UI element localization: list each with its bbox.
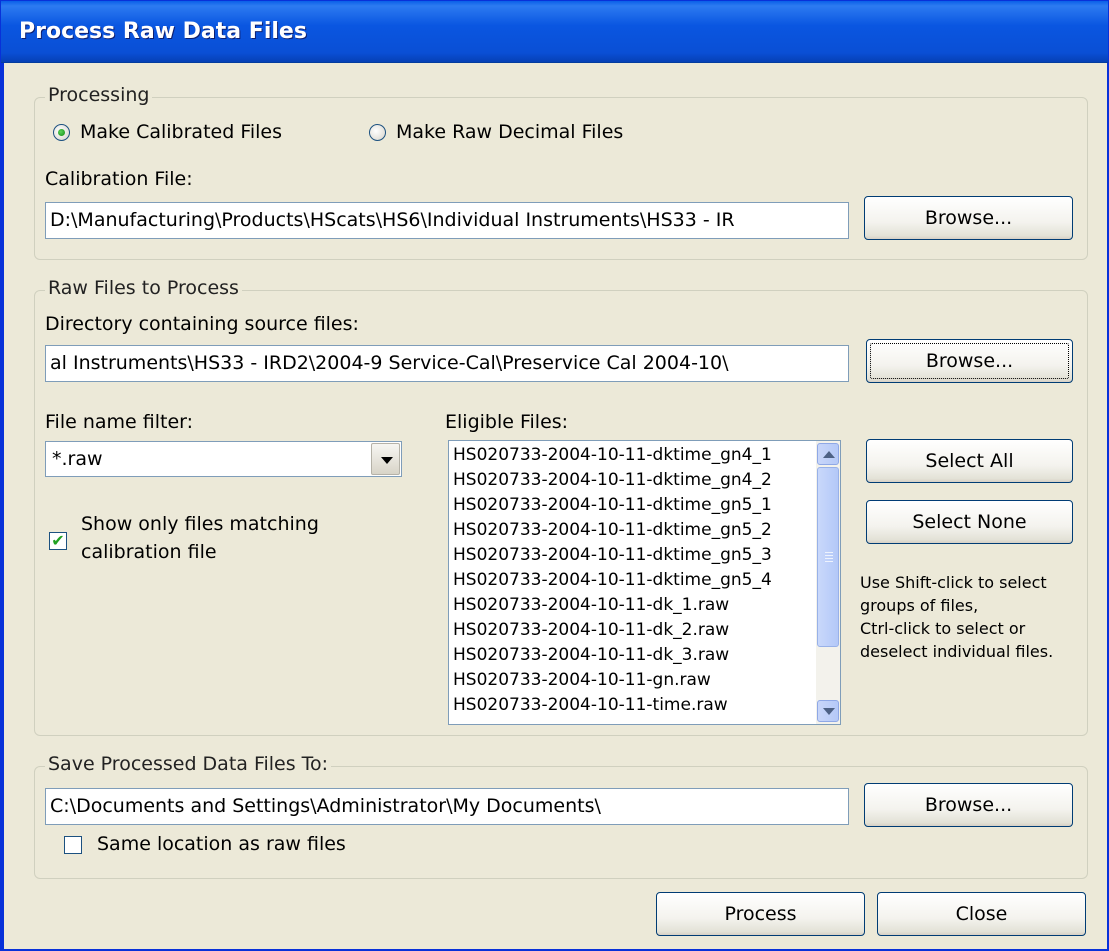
select-none-button[interactable]: Select None [866, 500, 1073, 544]
processing-legend: Processing [45, 84, 153, 106]
hint-line: Ctrl-click to select or [860, 619, 1026, 638]
calibration-browse-button[interactable]: Browse... [864, 196, 1073, 240]
scrollbar-thumb[interactable] [817, 467, 839, 647]
save-group: Save Processed Data Files To: C:\Documen… [34, 753, 1088, 879]
grip-line [825, 561, 833, 562]
directory-browse-button[interactable]: Browse... [866, 339, 1073, 383]
selection-hint: Use Shift-click to select groups of file… [860, 571, 1053, 663]
calibration-file-input[interactable]: D:\Manufacturing\Products\HScats\HS6\Ind… [45, 202, 849, 239]
eligible-files-listbox[interactable]: HS020733-2004-10-11-dktime_gn4_1 HS02073… [448, 440, 841, 725]
show-matching-label-line1: Show only files matching [81, 513, 319, 535]
directory-label: Directory containing source files: [45, 313, 359, 335]
save-browse-button[interactable]: Browse... [864, 783, 1073, 827]
dialog-body: Processing Make Calibrated Files Make Ra… [4, 63, 1107, 949]
chevron-down-icon [823, 708, 835, 715]
calibration-browse-label: Browse... [924, 207, 1013, 229]
select-all-label: Select All [925, 450, 1014, 472]
grip-line [825, 555, 833, 556]
raw-files-group: Raw Files to Process Directory containin… [34, 277, 1088, 736]
same-location-label: Same location as raw files [97, 833, 346, 855]
same-location-checkbox[interactable] [64, 836, 82, 854]
dialog-window: Process Raw Data Files Processing Make C… [0, 0, 1109, 951]
eligible-files-label: Eligible Files: [445, 411, 569, 433]
save-legend: Save Processed Data Files To: [45, 753, 332, 775]
process-label: Process [724, 903, 797, 925]
save-browse-label: Browse... [924, 794, 1013, 816]
scroll-up-button[interactable] [817, 443, 839, 465]
select-none-label: Select None [912, 511, 1027, 533]
vertical-scrollbar[interactable] [816, 441, 840, 724]
radio-indicator-checked[interactable] [53, 123, 70, 141]
file-filter-value: *.raw [52, 448, 103, 470]
save-path-input[interactable]: C:\Documents and Settings\Administrator\… [45, 788, 849, 825]
list-item[interactable]: HS020733-2004-10-11-dk_1.raw [453, 593, 729, 617]
show-matching-checkbox[interactable]: ✔ [49, 532, 67, 550]
list-item[interactable]: HS020733-2004-10-11-dk_3.raw [453, 643, 729, 667]
list-item[interactable]: HS020733-2004-10-11-dktime_gn5_4 [453, 568, 772, 592]
make-calibrated-radio[interactable]: Make Calibrated Files [53, 121, 282, 143]
processing-group: Processing Make Calibrated Files Make Ra… [34, 84, 1088, 260]
directory-input[interactable]: al Instruments\HS33 - IRD2\2004-9 Servic… [45, 345, 849, 382]
dropdown-button[interactable] [371, 443, 400, 475]
make-raw-decimal-label: Make Raw Decimal Files [396, 121, 624, 143]
file-filter-label: File name filter: [45, 411, 194, 433]
directory-browse-label: Browse... [925, 350, 1014, 372]
chevron-up-icon [823, 451, 835, 458]
make-raw-decimal-radio[interactable]: Make Raw Decimal Files [369, 121, 623, 143]
list-item[interactable]: HS020733-2004-10-11-dktime_gn5_3 [453, 543, 772, 567]
raw-files-legend: Raw Files to Process [45, 277, 242, 299]
hint-line: groups of files, [860, 596, 979, 615]
hint-line: deselect individual files. [860, 642, 1054, 661]
hint-line: Use Shift-click to select [860, 573, 1047, 592]
radio-indicator[interactable] [369, 123, 386, 141]
file-filter-combobox[interactable]: *.raw [45, 441, 402, 477]
list-item[interactable]: HS020733-2004-10-11-dktime_gn5_1 [453, 493, 772, 517]
list-item[interactable]: HS020733-2004-10-11-gn.raw [453, 668, 711, 692]
list-item[interactable]: HS020733-2004-10-11-time.raw [453, 693, 728, 717]
select-all-button[interactable]: Select All [866, 439, 1073, 483]
close-label: Close [955, 903, 1008, 925]
scroll-down-button[interactable] [817, 700, 839, 722]
make-calibrated-label: Make Calibrated Files [80, 121, 283, 143]
list-item[interactable]: HS020733-2004-10-11-dk_2.raw [453, 618, 729, 642]
list-item[interactable]: HS020733-2004-10-11-dktime_gn4_2 [453, 468, 772, 492]
list-item[interactable]: HS020733-2004-10-11-dktime_gn4_1 [453, 443, 772, 467]
process-button[interactable]: Process [656, 892, 865, 936]
grip-line [825, 558, 833, 559]
window-title: Process Raw Data Files [19, 19, 307, 44]
close-button[interactable]: Close [877, 892, 1086, 936]
calibration-file-label: Calibration File: [45, 168, 193, 190]
title-bar[interactable]: Process Raw Data Files [1, 1, 1108, 63]
list-item[interactable]: HS020733-2004-10-11-dktime_gn5_2 [453, 518, 772, 542]
chevron-down-icon [381, 457, 393, 464]
grip-line [825, 552, 833, 553]
show-matching-label-line2: calibration file [81, 541, 217, 563]
